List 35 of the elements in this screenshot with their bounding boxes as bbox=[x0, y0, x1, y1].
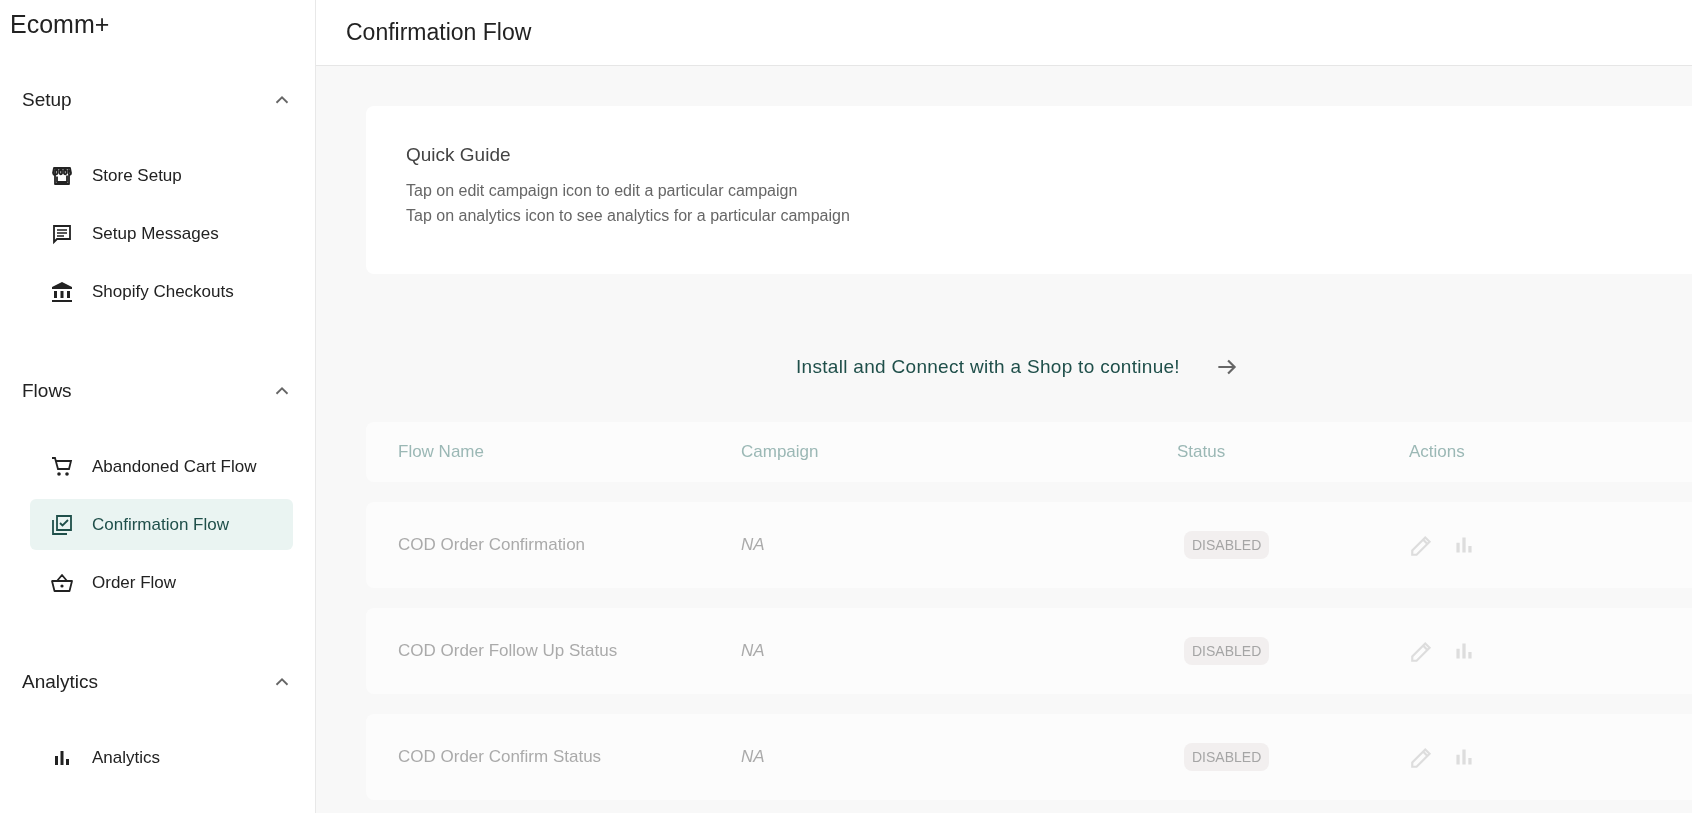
checkbox-stack-icon bbox=[50, 512, 74, 537]
notice-text: Install and Connect with a Shop to continue! bbox=[796, 356, 1180, 378]
campaign-cell-text: NA bbox=[741, 747, 766, 767]
flow-name-cell-text: COD Order Confirm Status bbox=[398, 747, 603, 767]
nav-item[interactable]: Setup Messages bbox=[30, 208, 293, 259]
card-title: Quick Guide bbox=[406, 144, 512, 166]
section-header[interactable]: Analytics bbox=[22, 642, 293, 722]
status-badge: DISABLED bbox=[1184, 743, 1270, 771]
nav-item[interactable]: Confirmation Flow bbox=[30, 499, 293, 550]
nav-item[interactable]: Store Setup bbox=[30, 150, 293, 201]
column-header: Campaign bbox=[741, 442, 820, 462]
column-header: Status bbox=[1177, 442, 1227, 462]
nav-item[interactable]: Order Flow bbox=[30, 557, 293, 608]
guide-text: Tap on edit campaign icon to edit a particular campaign bbox=[406, 181, 799, 201]
section-title: Setup bbox=[22, 89, 72, 111]
bank-icon bbox=[50, 279, 74, 304]
column-header: Flow Name bbox=[398, 442, 485, 462]
section-header[interactable]: Setup bbox=[22, 60, 293, 140]
section-title: Analytics bbox=[22, 671, 99, 693]
status-badge: DISABLED bbox=[1184, 637, 1270, 665]
app-logo: Ecomm+ bbox=[9, 9, 111, 40]
status-badge: DISABLED bbox=[1184, 531, 1270, 559]
flow-name-cell-text: COD Order Follow Up Status bbox=[398, 641, 619, 661]
nav-item[interactable]: Abandoned Cart Flow bbox=[30, 441, 293, 492]
nav-item[interactable]: Shopify Checkouts bbox=[30, 266, 293, 317]
section-header[interactable]: Flows bbox=[22, 351, 293, 431]
campaign-cell-text: NA bbox=[741, 535, 766, 555]
page-title: Confirmation Flow bbox=[346, 19, 532, 46]
cart-icon bbox=[50, 454, 74, 479]
nav-item[interactable]: Analytics bbox=[30, 732, 293, 783]
flow-name-cell-text: COD Order Confirmation bbox=[398, 535, 587, 555]
campaign-cell-text: NA bbox=[741, 641, 766, 661]
column-header: Actions bbox=[1409, 442, 1466, 462]
section-title: Flows bbox=[22, 380, 72, 402]
guide-text: Tap on analytics icon to see analytics for a particular campaign bbox=[406, 206, 851, 226]
